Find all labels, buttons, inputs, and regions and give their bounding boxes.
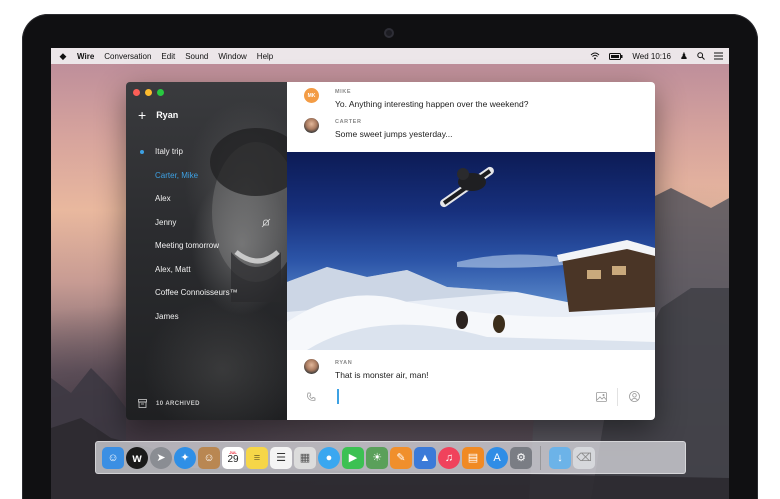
menu-help[interactable]: Help: [257, 52, 273, 61]
notes-icon[interactable]: ≡: [246, 446, 268, 469]
user-account-icon[interactable]: ♟: [680, 51, 688, 62]
phone-call-icon[interactable]: [306, 392, 316, 402]
spotlight-search-icon[interactable]: [697, 52, 705, 60]
calendar-day: 29: [227, 453, 239, 465]
minimize-window-button[interactable]: [145, 89, 152, 96]
battery-icon[interactable]: [609, 52, 623, 60]
profile-row: + Ryan: [138, 108, 178, 122]
calendar-icon[interactable]: JUL 29: [222, 446, 244, 469]
message-text: Yo. Anything interesting happen over the…: [335, 99, 529, 109]
conversation-label: Alex: [155, 194, 171, 204]
apple-menu-icon[interactable]: ◆: [57, 51, 69, 62]
zoom-window-button[interactable]: [157, 89, 164, 96]
new-conversation-plus-icon[interactable]: +: [138, 108, 146, 122]
launchpad-icon[interactable]: ➤: [150, 446, 172, 469]
conversation-label: Jenny: [155, 217, 177, 227]
conversation-item-jenny[interactable]: Jenny: [126, 211, 287, 235]
menu-conversation[interactable]: Conversation: [104, 52, 151, 61]
unread-indicator: [140, 150, 144, 154]
menu-edit[interactable]: Edit: [161, 52, 175, 61]
reminders-icon[interactable]: ☰: [270, 446, 292, 469]
shared-snowboard-photo[interactable]: [287, 152, 655, 350]
conversation-item-alex[interactable]: Alex: [126, 187, 287, 211]
app-store-icon[interactable]: A: [486, 446, 508, 469]
message-sender: MIKE: [335, 89, 352, 95]
notification-center-icon[interactable]: [714, 52, 723, 60]
pages-icon[interactable]: ✎: [390, 446, 412, 469]
message-mike: MK MIKE Yo. Anything interesting happen …: [304, 88, 528, 109]
facetime-icon[interactable]: ▶: [342, 446, 364, 469]
menu-sound[interactable]: Sound: [185, 52, 208, 61]
message-sender: CARTER: [335, 119, 362, 125]
menubar: ◆ Wire Conversation Edit Sound Window He…: [51, 48, 729, 64]
archived-count-label: 10 ARCHIVED: [156, 400, 200, 407]
conversation-item-italy-trip[interactable]: Italy trip: [126, 140, 287, 164]
people-picker-icon[interactable]: [629, 391, 640, 402]
webcam: [384, 28, 394, 38]
downloads-folder-icon[interactable]: ↓: [549, 446, 571, 469]
conversation-list: Italy trip Carter, Mike Alex Jenny Meeti: [126, 140, 287, 328]
keynote-icon[interactable]: ▲: [414, 446, 436, 469]
message-ryan: RYAN That is monster air, man!: [304, 359, 429, 380]
conversation-view: MK MIKE Yo. Anything interesting happen …: [287, 82, 655, 420]
desktop-screen: ◆ Wire Conversation Edit Sound Window He…: [51, 48, 729, 499]
photos-icon[interactable]: ☀: [366, 446, 388, 469]
image-upload-icon[interactable]: [596, 392, 607, 402]
conversation-label: Italy trip: [155, 147, 184, 157]
avatar-carter[interactable]: [304, 118, 319, 133]
message-sender: RYAN: [335, 360, 353, 366]
muted-bell-icon: [261, 218, 271, 227]
message-carter: CARTER Some sweet jumps yesterday...: [304, 118, 452, 139]
close-window-button[interactable]: [133, 89, 140, 96]
wire-app-window: + Ryan Italy trip Carter, Mike Alex Jenn…: [126, 82, 655, 420]
conversation-label: Coffee Connoisseurs™: [155, 288, 238, 298]
menu-window[interactable]: Window: [218, 52, 246, 61]
avatar-mike[interactable]: MK: [304, 88, 319, 103]
conversation-item-alex-matt[interactable]: Alex, Matt: [126, 258, 287, 282]
message-composer: [287, 378, 655, 420]
conversation-label: James: [155, 311, 179, 321]
conversation-item-meeting-tomorrow[interactable]: Meeting tomorrow: [126, 234, 287, 258]
preview-icon[interactable]: ▦: [294, 446, 316, 469]
message-input[interactable]: [337, 389, 339, 404]
composer-divider: [617, 388, 618, 406]
archived-button[interactable]: 10 ARCHIVED: [138, 399, 200, 408]
ibooks-icon[interactable]: ▤: [462, 446, 484, 469]
menubar-clock[interactable]: Wed 10:16: [632, 52, 671, 61]
message-text: Some sweet jumps yesterday...: [335, 129, 453, 139]
trash-icon[interactable]: ⌫: [573, 446, 595, 469]
messages-icon[interactable]: ●: [318, 446, 340, 469]
conversation-label: Carter, Mike: [155, 170, 199, 180]
archive-box-icon: [138, 399, 147, 408]
menu-app-name[interactable]: Wire: [77, 52, 94, 61]
safari-icon[interactable]: ✦: [174, 446, 196, 469]
conversation-item-james[interactable]: James: [126, 305, 287, 329]
system-preferences-icon[interactable]: ⚙: [510, 446, 532, 469]
dock: ☺ w ➤ ✦ ☺ JUL 29 ≡ ☰ ▦ ● ▶ ☀ ✎ ▲ ♫ ▤ A ⚙…: [95, 441, 686, 474]
conversation-label: Meeting tomorrow: [155, 241, 220, 251]
wire-app-icon[interactable]: w: [126, 446, 148, 469]
snowboard-jump-illustration: [287, 166, 655, 350]
window-controls: [133, 89, 164, 96]
wifi-icon[interactable]: [590, 52, 600, 60]
conversation-label: Alex, Matt: [155, 264, 191, 274]
profile-name[interactable]: Ryan: [156, 110, 178, 120]
conversation-item-carter-mike[interactable]: Carter, Mike: [126, 164, 287, 188]
conversation-item-coffee-connoisseurs[interactable]: Coffee Connoisseurs™: [126, 281, 287, 305]
conversation-sidebar: + Ryan Italy trip Carter, Mike Alex Jenn…: [126, 82, 287, 420]
itunes-icon[interactable]: ♫: [438, 446, 460, 469]
contacts-icon[interactable]: ☺: [198, 446, 220, 469]
finder-icon[interactable]: ☺: [102, 446, 124, 469]
avatar-ryan[interactable]: [304, 359, 319, 374]
dock-separator: [540, 445, 541, 470]
